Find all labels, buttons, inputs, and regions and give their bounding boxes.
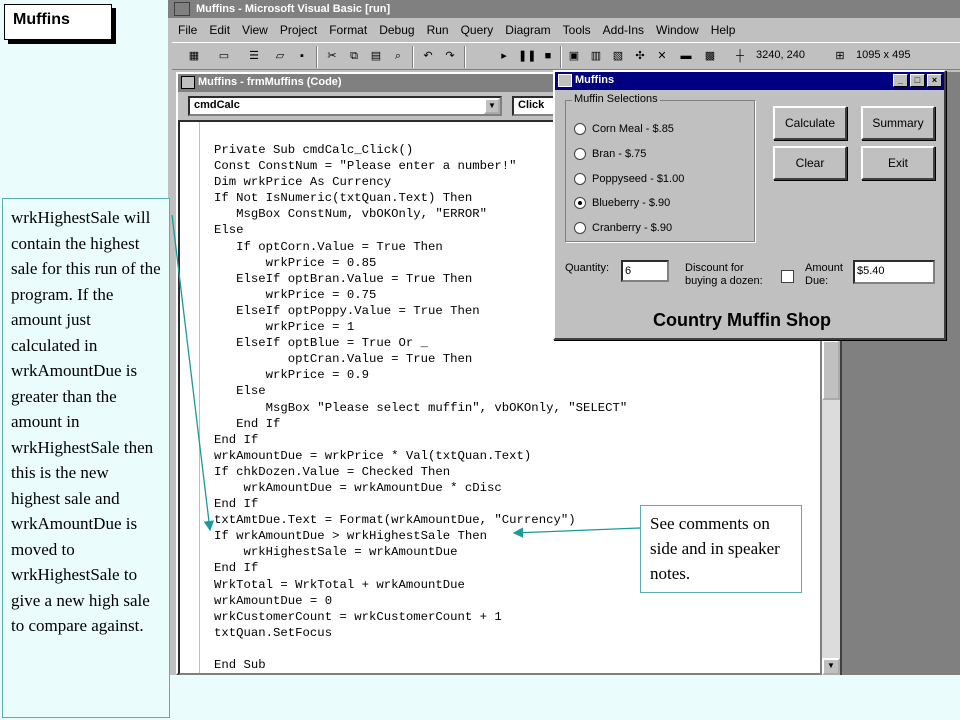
annotation-arrows: [171, 214, 641, 538]
side-note-arrow: [171, 214, 215, 532]
callout-arrow: [512, 527, 641, 538]
